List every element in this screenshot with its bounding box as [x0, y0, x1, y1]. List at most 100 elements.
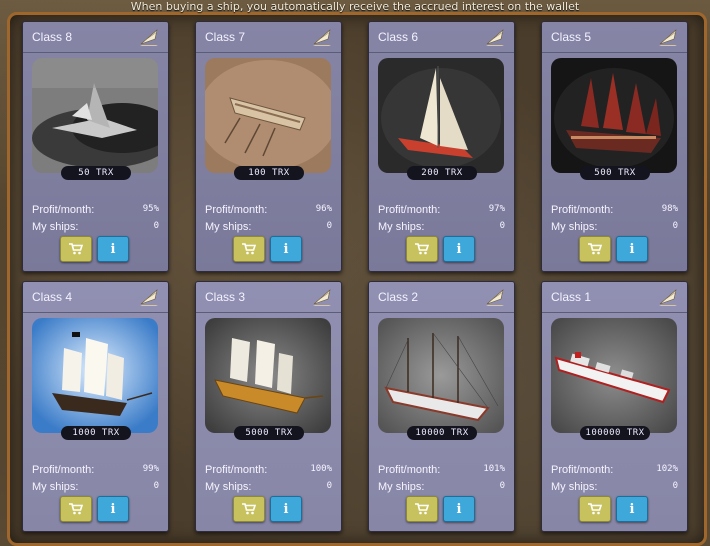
profit-row: Profit/month: 96% — [205, 204, 332, 216]
notice-text: When buying a ship, you automatically re… — [130, 0, 580, 13]
info-button[interactable]: i — [616, 236, 648, 262]
ships-row: My ships: 0 — [378, 481, 505, 493]
ships-label: My ships: — [551, 221, 598, 233]
ships-label: My ships: — [378, 481, 425, 493]
ships-label: My ships: — [205, 481, 252, 493]
profit-row: Profit/month: 100% — [205, 464, 332, 476]
ship-image — [32, 58, 158, 173]
sail-icon — [313, 29, 331, 46]
price-badge: 5000 TRX — [234, 426, 304, 440]
price-badge: 100 TRX — [234, 166, 304, 180]
profit-label: Profit/month: — [551, 464, 614, 476]
buy-button[interactable] — [60, 236, 92, 262]
info-button[interactable]: i — [270, 496, 302, 522]
profit-row: Profit/month: 101% — [378, 464, 505, 476]
info-icon: i — [456, 241, 462, 257]
info-icon: i — [110, 241, 116, 257]
sail-icon — [140, 289, 158, 306]
ships-label: My ships: — [32, 221, 79, 233]
info-button[interactable]: i — [270, 236, 302, 262]
profit-label: Profit/month: — [205, 204, 268, 216]
info-icon: i — [629, 501, 635, 517]
ship-card-class-6: Class 6 200 TRX Profit/month: 97% My ship… — [368, 21, 515, 272]
ship-image — [378, 318, 504, 433]
ship-card-class-1: Class 1 100000 TRX Profit/month: 102% My … — [541, 281, 688, 532]
ship-image — [205, 318, 331, 433]
profit-value: 98% — [661, 204, 678, 214]
ships-value: 0 — [672, 481, 678, 491]
info-button[interactable]: i — [443, 496, 475, 522]
profit-label: Profit/month: — [32, 204, 95, 216]
info-icon: i — [283, 501, 289, 517]
ships-value: 0 — [326, 481, 332, 491]
ships-label: My ships: — [551, 481, 598, 493]
ships-value: 0 — [153, 481, 159, 491]
ship-image — [551, 318, 677, 433]
buy-button[interactable] — [406, 236, 438, 262]
ship-image — [551, 58, 677, 173]
sail-icon — [659, 29, 677, 46]
buy-button[interactable] — [233, 496, 265, 522]
cart-icon — [69, 243, 83, 255]
info-icon: i — [110, 501, 116, 517]
buy-button[interactable] — [60, 496, 92, 522]
class-title: Class 5 — [551, 30, 592, 44]
cart-icon — [69, 503, 83, 515]
cart-icon — [242, 503, 256, 515]
class-title: Class 7 — [205, 30, 246, 44]
profit-value: 99% — [142, 464, 159, 474]
card-header: Class 7 — [196, 22, 341, 53]
ships-value: 0 — [499, 221, 505, 231]
info-icon: i — [456, 501, 462, 517]
cart-icon — [415, 243, 429, 255]
buy-button[interactable] — [406, 496, 438, 522]
class-title: Class 6 — [378, 30, 419, 44]
info-button[interactable]: i — [443, 236, 475, 262]
ships-row: My ships: 0 — [551, 481, 678, 493]
buy-button[interactable] — [579, 496, 611, 522]
ships-label: My ships: — [205, 221, 252, 233]
ship-card-class-7: Class 7 100 TRX Profit/month: 96% My ship… — [195, 21, 342, 272]
ship-card-class-2: Class 2 10000 TRX Profit/month: 101% My s… — [368, 281, 515, 532]
sail-icon — [659, 289, 677, 306]
info-button[interactable]: i — [97, 496, 129, 522]
ships-row: My ships: 0 — [551, 221, 678, 233]
ships-label: My ships: — [378, 221, 425, 233]
info-button[interactable]: i — [616, 496, 648, 522]
profit-label: Profit/month: — [551, 204, 614, 216]
ships-row: My ships: 0 — [32, 481, 159, 493]
card-header: Class 8 — [23, 22, 168, 53]
profit-row: Profit/month: 102% — [551, 464, 678, 476]
class-title: Class 4 — [32, 290, 73, 304]
profit-label: Profit/month: — [378, 464, 441, 476]
ship-image — [205, 58, 331, 173]
cart-icon — [242, 243, 256, 255]
profit-label: Profit/month: — [32, 464, 95, 476]
price-badge: 50 TRX — [61, 166, 131, 180]
profit-label: Profit/month: — [378, 204, 441, 216]
class-title: Class 1 — [551, 290, 592, 304]
ships-value: 0 — [499, 481, 505, 491]
price-badge: 100000 TRX — [580, 426, 650, 440]
profit-value: 102% — [656, 464, 678, 474]
profit-value: 96% — [315, 204, 332, 214]
info-button[interactable]: i — [97, 236, 129, 262]
profit-row: Profit/month: 95% — [32, 204, 159, 216]
buy-button[interactable] — [233, 236, 265, 262]
info-icon: i — [283, 241, 289, 257]
profit-row: Profit/month: 99% — [32, 464, 159, 476]
ship-card-class-8: Class 8 50 TRX Profit/month: 95% My ships… — [22, 21, 169, 272]
card-header: Class 3 — [196, 282, 341, 313]
class-title: Class 8 — [32, 30, 73, 44]
sail-icon — [313, 289, 331, 306]
ship-image — [378, 58, 504, 173]
price-badge: 10000 TRX — [407, 426, 477, 440]
price-badge: 1000 TRX — [61, 426, 131, 440]
cart-icon — [415, 503, 429, 515]
cart-icon — [588, 503, 602, 515]
ships-row: My ships: 0 — [205, 221, 332, 233]
card-header: Class 4 — [23, 282, 168, 313]
profit-value: 97% — [488, 204, 505, 214]
buy-button[interactable] — [579, 236, 611, 262]
class-title: Class 3 — [205, 290, 246, 304]
